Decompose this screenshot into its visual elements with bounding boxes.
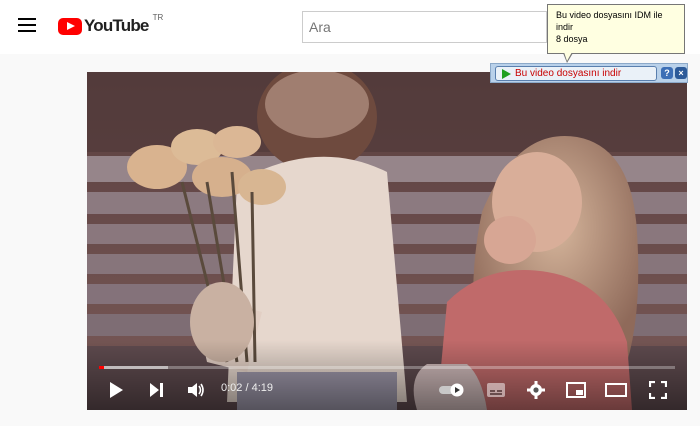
theater-mode-button[interactable] xyxy=(603,376,629,404)
search-box[interactable] xyxy=(302,11,547,43)
miniplayer-button[interactable] xyxy=(563,376,589,404)
idm-tooltip-count: 8 dosya xyxy=(556,34,588,44)
logo-text: YouTube xyxy=(84,16,149,35)
subtitles-icon xyxy=(487,383,505,397)
progress-bar[interactable] xyxy=(99,366,675,369)
video-player[interactable]: 0:02 / 4:19 xyxy=(87,72,687,410)
next-button[interactable] xyxy=(143,376,169,404)
volume-icon xyxy=(188,383,204,397)
subtitles-button[interactable] xyxy=(483,376,509,404)
idm-download-button[interactable]: Bu video dosyasını indir xyxy=(495,66,657,81)
time-display: 0:02 / 4:19 xyxy=(221,382,273,394)
fullscreen-icon xyxy=(649,381,667,399)
idm-help-button[interactable]: ? xyxy=(661,67,673,79)
search-input[interactable] xyxy=(303,12,546,42)
region-label: TR xyxy=(152,12,164,22)
idm-close-button[interactable]: × xyxy=(675,67,687,79)
settings-icon xyxy=(527,381,545,399)
autoplay-toggle[interactable] xyxy=(437,376,467,404)
idm-download-label: Bu video dosyasını indir xyxy=(515,68,622,79)
idm-download-arrow-icon xyxy=(502,68,511,79)
play-icon xyxy=(110,382,123,398)
youtube-play-icon xyxy=(58,17,82,35)
play-button[interactable] xyxy=(103,376,129,404)
menu-icon[interactable] xyxy=(18,18,36,32)
next-icon xyxy=(150,383,163,397)
settings-button[interactable] xyxy=(523,376,549,404)
fullscreen-button[interactable] xyxy=(645,376,671,404)
idm-download-panel: Bu video dosyasını indir ? × xyxy=(490,63,688,83)
autoplay-toggle-icon xyxy=(439,383,464,397)
idm-tooltip-text: Bu video dosyasını IDM ile indir xyxy=(556,10,663,32)
progress-loaded xyxy=(99,366,169,369)
idm-tooltip-tail-fill xyxy=(564,52,572,61)
miniplayer-icon xyxy=(566,382,586,398)
theater-mode-icon xyxy=(605,383,627,397)
controls-gradient xyxy=(87,340,687,410)
idm-tooltip: Bu video dosyasını IDM ile indir 8 dosya xyxy=(547,4,685,54)
volume-button[interactable] xyxy=(183,376,209,404)
progress-played xyxy=(99,366,104,369)
youtube-logo[interactable]: YouTube TR xyxy=(58,12,164,37)
